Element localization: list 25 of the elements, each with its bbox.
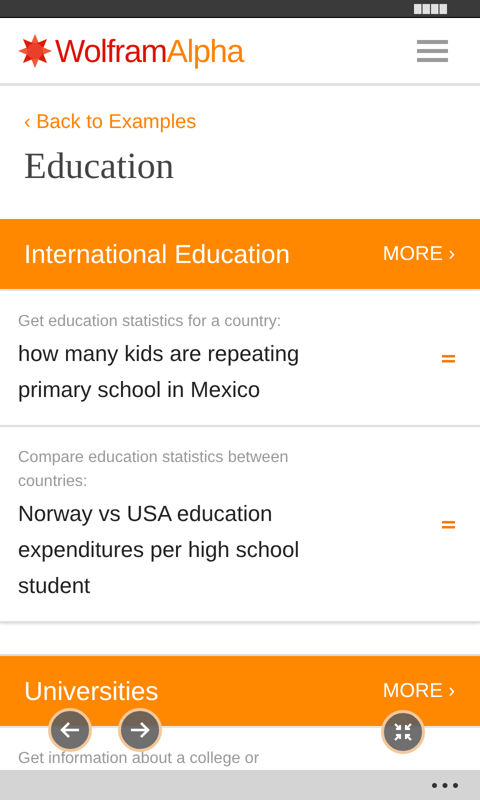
example-description: Get information about a college or [18,749,260,769]
menu-icon[interactable] [417,40,448,62]
left-arrow-icon [59,721,81,739]
collapse-icon [393,722,413,742]
page-title: Education [24,148,176,185]
example-query: how many kids are repeating primary school in Mexico [18,340,300,404]
battery-icon [414,4,448,14]
star-logo-icon [17,32,53,68]
example-description: Compare education statistics between countries: [18,448,290,492]
back-link[interactable]: ‹ Back to Examples [24,112,480,132]
equals-icon[interactable] [442,354,455,364]
brand-logo[interactable]: WolframAlpha [55,34,244,66]
section-title: Universities [24,674,158,708]
example-card[interactable]: Get education statistics for a country: how many kids are repeating primary school in Mexico [0,291,480,427]
section-header[interactable]: Universities MORE › [0,656,480,728]
example-card[interactable]: Compare education statistics between countries: Norway vs USA education expenditures per high school student [0,427,480,623]
more-link[interactable]: MORE › [382,239,455,269]
more-icon[interactable] [432,782,458,788]
more-link[interactable]: MORE › [382,676,455,706]
example-query: Norway vs USA education expenditures per high school student [18,500,300,600]
right-arrow-icon [129,721,151,739]
section-title: International Education [24,238,290,270]
example-description: Get education statistics for a country: [18,312,282,332]
section-header[interactable]: International Education MORE › [0,219,480,291]
equals-icon[interactable] [442,520,455,530]
